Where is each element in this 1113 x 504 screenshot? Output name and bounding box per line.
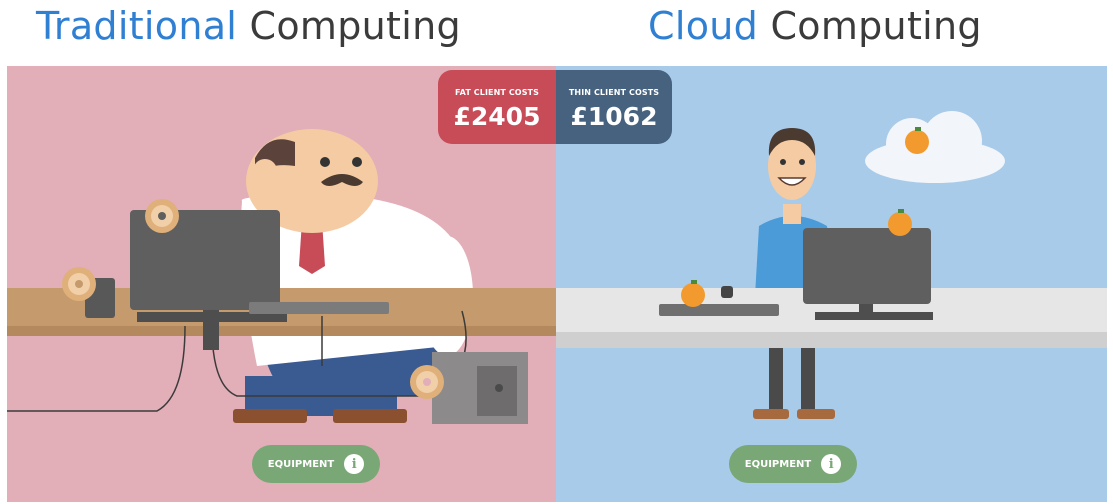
fat-client-costs-badge: FAT CLIENT COSTS £2405 [438,70,556,144]
keyboard-left [249,302,389,314]
title-highlight: Cloud [648,4,759,48]
title-rest: Computing [249,4,461,48]
fat-client-costs-amount: £2405 [453,102,541,131]
title-traditional-computing: Traditional Computing [36,4,461,48]
title-highlight: Traditional [36,4,238,48]
equipment-button-cloud[interactable]: EQUIPMENT i [729,445,857,483]
mouse-right [721,286,733,298]
fat-client-costs-label: FAT CLIENT COSTS [455,88,539,97]
title-rest: Computing [770,4,982,48]
equipment-button-traditional[interactable]: EQUIPMENT i [252,445,380,483]
thin-client-costs-label: THIN CLIENT COSTS [568,88,660,97]
keyboard-right [659,304,779,316]
thin-client-costs-amount: £1062 [570,102,658,131]
thin-client-costs-badge: THIN CLIENT COSTS £1062 [556,70,672,144]
equipment-button-label: EQUIPMENT [744,458,812,470]
donut-1 [145,199,179,233]
info-icon[interactable]: i [344,454,365,474]
equipment-button-label: EQUIPMENT [267,458,335,470]
info-icon[interactable]: i [821,454,842,474]
donut-2 [62,267,96,301]
title-cloud-computing: Cloud Computing [648,4,982,48]
donut-3 [410,365,444,399]
